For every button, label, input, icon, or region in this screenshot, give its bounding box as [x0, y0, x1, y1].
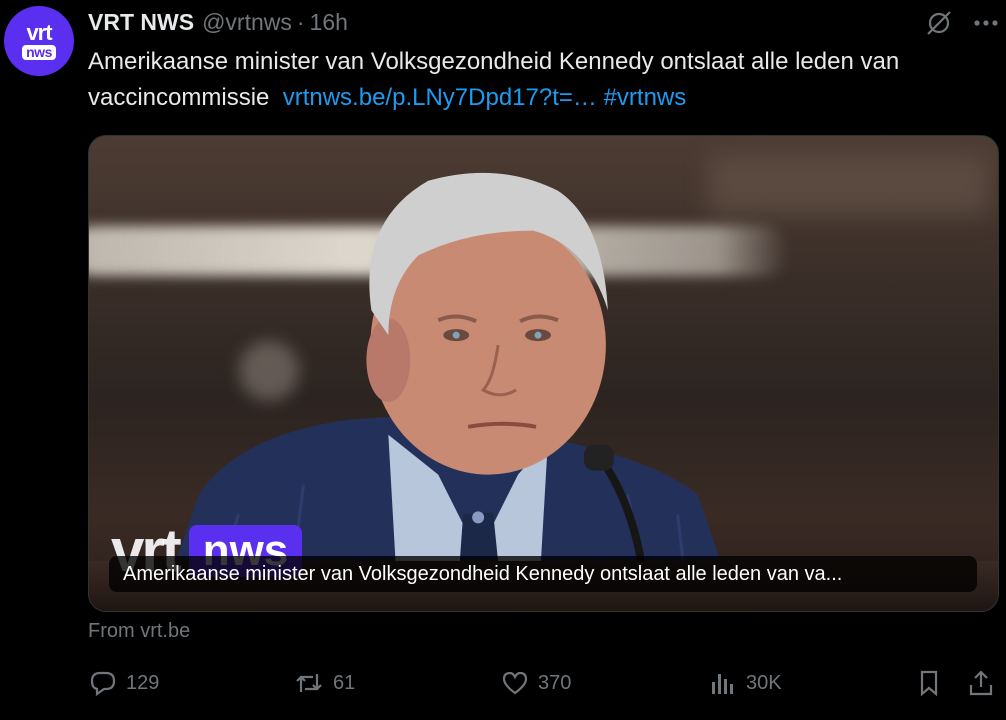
reply-icon	[90, 671, 116, 697]
reply-button[interactable]: 129	[88, 668, 159, 698]
media-card[interactable]: vrt nws Amerikaanse minister van Volksge…	[88, 135, 999, 612]
views-count: 30K	[746, 671, 782, 694]
repost-count: 61	[333, 671, 356, 694]
bookmark-button[interactable]	[914, 668, 944, 698]
tweet-link[interactable]: vrtnws.be/p.LNy7Dpd17?t=…	[283, 84, 597, 111]
card-source[interactable]: From vrt.be	[88, 620, 190, 643]
timestamp[interactable]: 16h	[310, 9, 348, 36]
separator-dot: ·	[296, 8, 305, 35]
views-button[interactable]: 30K	[708, 668, 782, 698]
repost-button[interactable]: 61	[293, 668, 355, 698]
tweet-text: Amerikaanse minister van Volksgezondheid…	[88, 44, 988, 116]
tweet-actions-bar: 129 61 370 30K	[88, 668, 1000, 704]
heart-icon	[502, 671, 528, 695]
avatar-logo-nws: nws	[22, 44, 56, 60]
repost-icon	[296, 674, 322, 692]
like-count: 370	[538, 671, 572, 694]
author-handle[interactable]: @vrtnws	[202, 9, 292, 36]
tweet-top-actions	[924, 8, 1000, 38]
avatar[interactable]: vrt nws	[4, 6, 74, 76]
share-icon	[969, 670, 993, 696]
reply-count: 129	[126, 671, 160, 694]
tweet-hashtag[interactable]: #vrtnws	[604, 84, 687, 111]
tweet-header: VRT NWS @vrtnws · 16h	[88, 7, 348, 37]
avatar-logo-vrt: vrt	[26, 19, 52, 45]
like-button[interactable]: 370	[500, 668, 571, 698]
bookmark-icon	[920, 670, 938, 697]
more-icon[interactable]	[972, 8, 1000, 38]
author-name[interactable]: VRT NWS	[88, 9, 194, 36]
views-icon	[712, 674, 733, 694]
media-caption: Amerikaanse minister van Volksgezondheid…	[109, 556, 977, 592]
grok-icon[interactable]	[924, 8, 954, 38]
share-button[interactable]	[966, 668, 996, 698]
